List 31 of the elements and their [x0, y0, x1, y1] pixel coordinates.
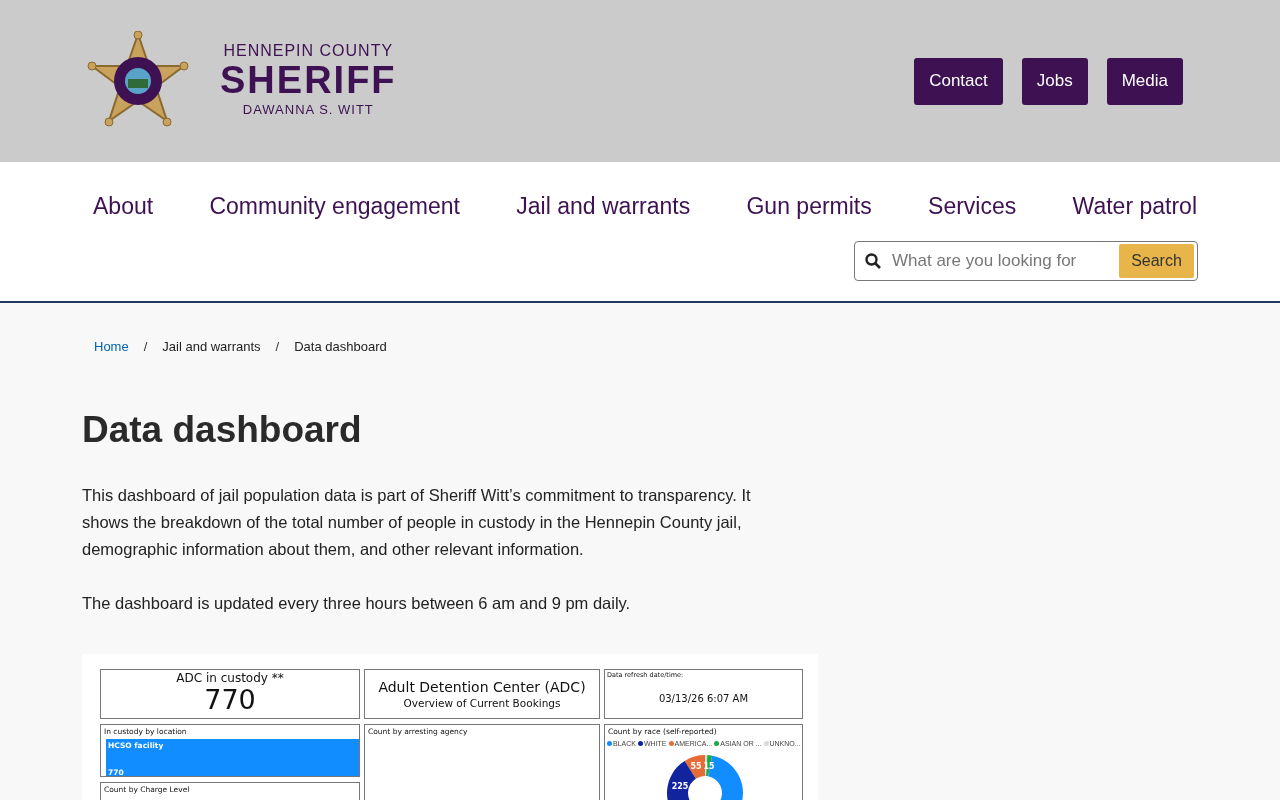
dashboard-heading: Adult Detention Center (ADC) — [378, 678, 586, 696]
nav-link[interactable]: About — [93, 190, 154, 222]
header-button[interactable]: Jobs — [1021, 57, 1088, 105]
breadcrumb-link[interactable]: Home — [94, 338, 129, 354]
card-title: ADC in custody ** — [176, 671, 284, 686]
breadcrumb-item: Data dashboard — [294, 338, 387, 354]
page-title: Data dashboard — [82, 408, 363, 452]
breadcrumb-item: Jail and warrants — [162, 338, 261, 354]
header-button[interactable]: Media — [1106, 57, 1183, 105]
breadcrumb-separator: / — [143, 338, 148, 354]
breadcrumb-separator: / — [275, 338, 280, 354]
slice-label: 15 — [703, 762, 715, 771]
update-note: The dashboard is updated every three hours between 6 am and 9 pm daily. — [82, 593, 632, 614]
sheriff-title: SHERIFF — [220, 61, 397, 99]
dashboard-subheading: Overview of Current Bookings — [403, 695, 561, 710]
search-field[interactable]: What are you looking for Search — [854, 241, 1198, 281]
custody-count: 770 — [204, 686, 256, 714]
slice-label: 225 — [671, 782, 689, 791]
nav-link[interactable]: Gun permits — [746, 190, 872, 222]
search-icon — [865, 253, 881, 269]
sheriff-name: DAWANNA S. WITT — [242, 101, 374, 119]
county-name: HENNEPIN COUNTY — [223, 41, 394, 61]
intro-paragraph: This dashboard of jail population data is part of Sheriff Witt’s commitment to transparency. It shows the breakdown of the total number of people in custody in the Hennepin County jail, demographic information about them, and other relevant information. — [82, 485, 752, 560]
slice-label: 55 — [690, 762, 702, 771]
search-button[interactable]: Search — [1119, 244, 1194, 278]
header-button[interactable]: Contact — [914, 57, 1003, 105]
nav-link[interactable]: Water patrol — [1072, 190, 1197, 222]
nav-link[interactable]: Jail and warrants — [516, 190, 691, 222]
nav-link[interactable]: Community engagement — [209, 190, 460, 222]
nav-link[interactable]: Services — [928, 190, 1017, 222]
refresh-time: 03/13/26 6:07 AM — [658, 693, 749, 704]
